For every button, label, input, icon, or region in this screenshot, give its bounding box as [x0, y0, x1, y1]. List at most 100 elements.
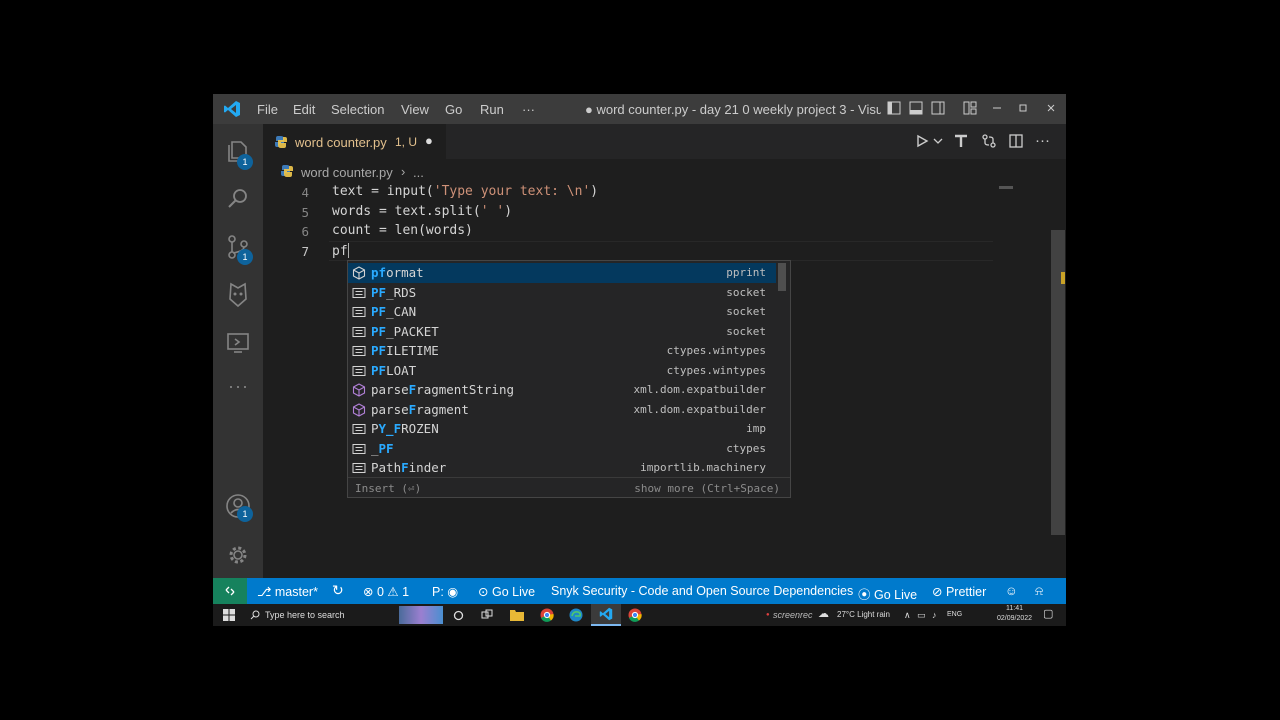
remote-icon: [225, 586, 235, 596]
edge-icon[interactable]: [569, 608, 583, 622]
close-icon[interactable]: [1044, 101, 1058, 115]
eye-icon: ◉: [447, 585, 459, 599]
clock-time[interactable]: 11:41: [1006, 605, 1023, 612]
suggestion-item[interactable]: PFLOAT ctypes.wintypes: [348, 361, 776, 381]
feedback-icon[interactable]: ☺: [1005, 584, 1018, 598]
chrome-icon[interactable]: [540, 608, 554, 622]
tab-word-counter[interactable]: word counter.py 1, U ●: [263, 124, 446, 159]
breadcrumb-file[interactable]: word counter.py: [301, 165, 393, 180]
task-view-icon[interactable]: [481, 609, 493, 621]
suggestion-detail: ctypes.wintypes: [666, 344, 766, 357]
menu-selection[interactable]: Selection: [331, 102, 384, 117]
search-icon[interactable]: [223, 184, 253, 214]
line-number: 5: [301, 205, 309, 220]
module-icon: [352, 266, 366, 280]
suggestion-item[interactable]: PFILETIME ctypes.wintypes: [348, 341, 776, 361]
code-line[interactable]: words = text.split(' '): [332, 204, 512, 219]
go-live-button-2[interactable]: ⦿ Go Live: [858, 584, 917, 603]
antenna-icon: ⊙: [478, 585, 489, 599]
suggestion-label: PF_RDS: [371, 284, 417, 300]
weather-status[interactable]: 27°C Light rain: [837, 610, 890, 619]
snyk-icon[interactable]: [223, 279, 253, 309]
suggestion-label: PFLOAT: [371, 362, 417, 378]
customize-layout-icon[interactable]: [963, 101, 977, 115]
text-format-icon[interactable]: [953, 133, 969, 149]
code-line[interactable]: count = len(words): [332, 223, 473, 238]
chrome-icon-2[interactable]: [628, 608, 642, 622]
suggestion-item[interactable]: PF_CAN socket: [348, 302, 776, 322]
more-actions-icon[interactable]: ···: [1035, 132, 1050, 149]
toggle-primary-sidebar-icon[interactable]: [887, 101, 901, 115]
code-line[interactable]: text = input('Type your text: \n'): [332, 184, 598, 199]
suggestion-detail: socket: [726, 324, 766, 338]
git-branch-icon: ⎇: [257, 585, 272, 599]
text-cursor: [347, 243, 349, 258]
tray-chevron-icon[interactable]: ∧: [904, 610, 911, 621]
tab-dirty-indicator[interactable]: ●: [425, 133, 433, 148]
suggestion-widget[interactable]: pformat pprint PF_RDS socket PF_CAN socket PF_…: [347, 260, 791, 498]
problems-status[interactable]: ⊗ 0 ⚠ 1: [363, 584, 409, 599]
suggestion-detail: ctypes.wintypes: [666, 363, 766, 377]
constant-icon: [352, 365, 366, 376]
suggestion-item[interactable]: parseFragmentString xml.dom.expatbuilder: [348, 380, 776, 400]
suggestion-item[interactable]: parseFragment xml.dom.expatbuilder: [348, 400, 776, 420]
branch-status[interactable]: ⎇ master*: [257, 584, 318, 599]
notifications-bell-icon[interactable]: ⍾: [1035, 584, 1043, 599]
menu-more[interactable]: ···: [522, 102, 535, 117]
split-editor-icon[interactable]: [1009, 134, 1023, 148]
suggestion-item[interactable]: _PF ctypes: [348, 439, 776, 459]
ports-status[interactable]: P: ◉: [432, 584, 458, 599]
action-center-icon[interactable]: ▢: [1043, 607, 1053, 620]
recording-dot-icon: ●: [766, 612, 770, 618]
clock-date[interactable]: 02/09/2022: [997, 615, 1032, 622]
minimap[interactable]: [999, 186, 1013, 189]
language-indicator[interactable]: ENG: [947, 611, 962, 618]
prettier-status[interactable]: ⊘ Prettier: [932, 584, 986, 599]
suggestion-item[interactable]: PathFinder importlib.machinery: [348, 458, 776, 478]
chevron-down-icon[interactable]: [933, 137, 943, 145]
minimize-icon[interactable]: [990, 101, 1004, 115]
suggestion-detail: socket: [726, 305, 766, 318]
remote-indicator[interactable]: [213, 578, 247, 604]
remote-explorer-icon[interactable]: [223, 328, 253, 358]
snyk-status[interactable]: Snyk Security - Code and Open Source Dep…: [551, 584, 853, 598]
code-line[interactable]: pf: [332, 243, 349, 259]
more-views-icon[interactable]: ···: [228, 376, 249, 397]
file-explorer-icon[interactable]: [510, 609, 524, 621]
sync-icon[interactable]: ↻: [332, 582, 344, 599]
windows-start-icon[interactable]: [223, 609, 235, 621]
menu-view[interactable]: View: [401, 102, 429, 117]
breadcrumb-more[interactable]: ...: [413, 165, 424, 180]
accounts-badge: 1: [237, 506, 253, 522]
suggestion-detail: pprint: [726, 266, 766, 279]
suggestion-scrollbar[interactable]: [778, 263, 786, 291]
go-live-button[interactable]: ⊙ Go Live: [478, 584, 535, 599]
suggestion-item[interactable]: pformat pprint: [348, 263, 776, 283]
breadcrumb-separator: ›: [401, 164, 406, 179]
cortana-icon[interactable]: [453, 610, 464, 621]
status-bar: ⎇ master* ↻ ⊗ 0 ⚠ 1 P: ◉ ⊙ Go Live Snyk …: [213, 578, 1066, 604]
settings-gear-icon[interactable]: [223, 540, 253, 570]
show-more-hint[interactable]: show more (Ctrl+Space): [634, 482, 780, 495]
suggestion-item[interactable]: PF_PACKET socket: [348, 322, 776, 342]
source-control-badge: 1: [237, 249, 253, 265]
toggle-secondary-sidebar-icon[interactable]: [931, 101, 945, 115]
menu-edit[interactable]: Edit: [293, 102, 315, 117]
constant-icon: [352, 326, 366, 337]
volume-icon[interactable]: ♪: [932, 610, 937, 620]
menu-run[interactable]: Run: [480, 102, 504, 117]
menu-go[interactable]: Go: [445, 102, 462, 117]
vscode-taskbar-button[interactable]: [591, 604, 621, 626]
compare-changes-icon[interactable]: [981, 133, 997, 149]
toggle-panel-icon[interactable]: [909, 101, 923, 115]
code-editor[interactable]: 4 text = input('Type your text: \n') 5 w…: [263, 184, 1066, 578]
run-icon[interactable]: [915, 134, 929, 148]
network-icon[interactable]: ▭: [917, 610, 926, 621]
suggestion-item[interactable]: PF_RDS socket: [348, 283, 776, 303]
taskbar-search-box[interactable]: Type here to search: [265, 610, 345, 620]
maximize-icon[interactable]: [1016, 101, 1030, 115]
suggestion-item[interactable]: PY_FROZEN imp: [348, 419, 776, 439]
menu-file[interactable]: File: [257, 102, 278, 117]
python-file-icon: [281, 165, 293, 177]
suggestion-detail: xml.dom.expatbuilder: [633, 402, 766, 416]
